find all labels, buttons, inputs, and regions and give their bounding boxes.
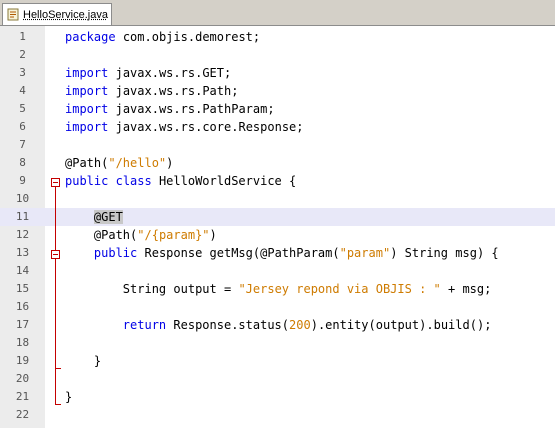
line-number: 7 (19, 138, 26, 151)
fold-end-method (55, 368, 61, 369)
code-line-text: String output = "Jersey repond via OBJIS… (122, 282, 492, 296)
code-line[interactable]: 15 String output = "Jersey repond via OB… (0, 280, 555, 298)
code-line-text: package com.objis.demorest; (65, 30, 261, 44)
line-number: 14 (15, 264, 30, 277)
line-number: 12 (15, 228, 30, 241)
line-number: 9 (19, 174, 26, 187)
line-number: 18 (15, 336, 30, 349)
code-line[interactable]: 17 return Response.status(200).entity(ou… (0, 316, 555, 334)
code-line[interactable]: 14 (0, 262, 555, 280)
line-number: 5 (19, 102, 26, 115)
line-number: 20 (15, 372, 30, 385)
code-line-text: @GET (93, 210, 123, 224)
line-number: 6 (19, 120, 26, 133)
code-line-text: } (65, 390, 73, 404)
code-line[interactable]: 21} (0, 388, 555, 406)
code-line-text: public Response getMsg(@PathParam("param… (93, 246, 499, 260)
code-line-text: } (93, 354, 102, 368)
tab-label: HelloService.java (23, 8, 108, 21)
code-line[interactable]: 20 (0, 370, 555, 388)
code-line-text: import javax.ws.rs.GET; (65, 66, 232, 80)
code-line-text: @Path("/{param}") (93, 228, 217, 242)
line-number: 21 (15, 390, 30, 403)
code-line-text: return Response.status(200).entity(outpu… (122, 318, 492, 332)
code-line-text: import javax.ws.rs.Path; (65, 84, 239, 98)
line-number: 3 (19, 66, 26, 79)
code-line[interactable]: 1 package com.objis.demorest; (0, 28, 555, 46)
line-number: 4 (19, 84, 26, 97)
line-number: 16 (15, 300, 30, 313)
code-line[interactable]: 4 import javax.ws.rs.Path; (0, 82, 555, 100)
line-number: 11 (15, 210, 30, 223)
code-line[interactable]: 10 (0, 190, 555, 208)
fold-collapse-icon[interactable] (51, 178, 60, 187)
code-line-text: import javax.ws.rs.core.Response; (65, 120, 304, 134)
code-line[interactable]: 5 import javax.ws.rs.PathParam; (0, 100, 555, 118)
line-number: 19 (15, 354, 30, 367)
code-line[interactable]: 9 public class HelloWorldService { (0, 172, 555, 190)
code-line[interactable]: 13 public Response getMsg(@PathParam("pa… (0, 244, 555, 262)
line-number: 22 (15, 408, 30, 421)
code-line[interactable]: 7 (0, 136, 555, 154)
code-line[interactable]: 19 } (0, 352, 555, 370)
code-line[interactable]: 3 import javax.ws.rs.GET; (0, 64, 555, 82)
fold-range-method (55, 259, 56, 368)
code-line-text: import javax.ws.rs.PathParam; (65, 102, 275, 116)
line-number: 2 (19, 48, 26, 61)
code-line[interactable]: 12 @Path("/{param}") (0, 226, 555, 244)
code-line[interactable]: 6 import javax.ws.rs.core.Response; (0, 118, 555, 136)
tab-helloservice-java[interactable]: HelloService.java (2, 3, 112, 25)
java-file-icon (7, 8, 19, 21)
fold-collapse-icon[interactable] (51, 250, 60, 259)
code-line[interactable]: 2 (0, 46, 555, 64)
editor-tab-bar: HelloService.java (0, 0, 555, 26)
code-line-text: public class HelloWorldService { (65, 174, 297, 188)
code-line[interactable]: 11 @GET (0, 208, 555, 226)
line-number: 17 (15, 318, 30, 331)
code-line[interactable]: 22 (0, 406, 555, 424)
line-number: 10 (15, 192, 30, 205)
code-line-text: @Path("/hello") (65, 156, 174, 170)
line-number: 1 (19, 30, 26, 43)
code-editor[interactable]: 1 package com.objis.demorest; 2 3 import jav… (0, 26, 555, 428)
line-number: 8 (19, 156, 26, 169)
code-line[interactable]: 18 (0, 334, 555, 352)
fold-end-class (55, 404, 61, 405)
line-number: 13 (15, 246, 30, 259)
line-number: 15 (15, 282, 30, 295)
code-line[interactable]: 16 (0, 298, 555, 316)
code-line[interactable]: 8 @Path("/hello") (0, 154, 555, 172)
